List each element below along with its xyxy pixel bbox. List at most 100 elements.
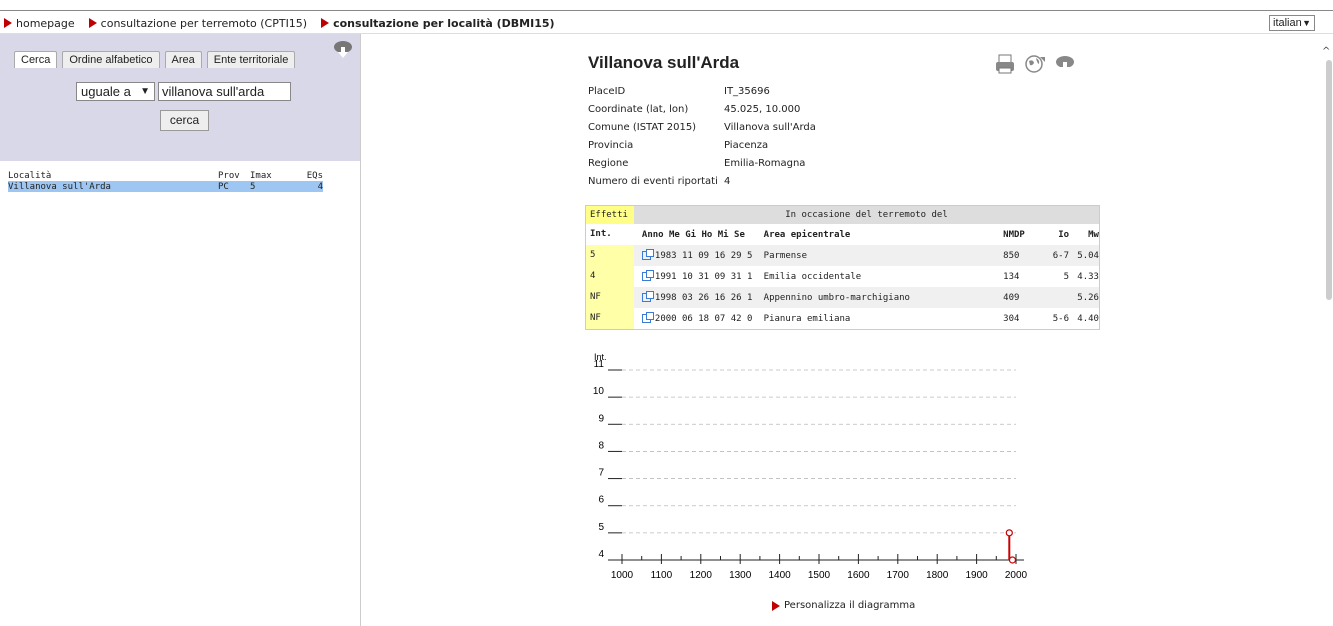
cloud-download-icon[interactable]: [1054, 53, 1076, 75]
events-table-caption: Effetti In occasione del terremoto del: [586, 206, 1099, 224]
tab-cerca[interactable]: Cerca: [14, 51, 58, 68]
x-tick-label: 2000: [1005, 570, 1028, 581]
info-key: Regione: [588, 157, 629, 169]
operator-select[interactable]: uguale a ▼: [76, 82, 155, 101]
x-tick-label: 1000: [611, 570, 634, 581]
cell-io: 5-6: [1052, 313, 1070, 324]
x-tick-label: 1900: [965, 570, 988, 581]
top-divider: [0, 10, 1333, 11]
arrow-icon: [772, 600, 780, 611]
intensity-chart: Int.45678910111000 1100 1200 1300 1400 1500 16…: [593, 352, 1028, 581]
data-point: [1008, 556, 1017, 564]
cell-int: NF: [586, 287, 634, 308]
effetti-label: Effetti: [586, 206, 634, 224]
table-row: NF 1998 03 26 16 26 1 Appennino umbro-ma…: [586, 287, 1099, 308]
x-tick-label: 1100: [651, 570, 673, 581]
cell-int: 5: [586, 245, 634, 266]
x-tick-label: 1700: [887, 570, 910, 581]
cell-area: Pianura emiliana: [763, 313, 851, 324]
header-prov[interactable]: Prov: [218, 171, 250, 181]
table-row: NF 2000 06 18 07 42 0 Pianura emiliana 3…: [586, 308, 1099, 329]
cell-date: 2000 06 18 07 42 0: [634, 312, 764, 324]
tab-ordine-alfabetico[interactable]: Ordine alfabetico: [62, 51, 160, 68]
header-int: Int.: [590, 229, 612, 239]
globe-icon[interactable]: [1024, 53, 1046, 75]
cell-mw: 5.26: [1077, 292, 1099, 303]
search-row: uguale a ▼ villanova sull'arda: [76, 82, 291, 101]
data-point: [1005, 529, 1013, 537]
info-value: Emilia-Romagna: [724, 157, 806, 169]
info-row: Regione Emilia-Romagna: [588, 154, 816, 172]
cell-date-text: 1998 03 26 16 26 1: [654, 292, 753, 303]
x-tick-label: 1300: [729, 570, 752, 581]
nav-label: homepage: [16, 16, 75, 30]
chevron-down-icon: ▼: [140, 86, 150, 97]
cell-nmdp: 850: [1003, 250, 1020, 261]
scroll-up-icon[interactable]: ^: [1322, 46, 1330, 57]
y-tick-label: 7: [598, 468, 604, 479]
print-icon[interactable]: [994, 53, 1016, 75]
cell-date-text: 2000 06 18 07 42 0: [654, 313, 753, 324]
cell-io: 6-7: [1052, 250, 1070, 261]
y-tick-label: 10: [593, 386, 605, 397]
cell-date-text: 1991 10 31 09 31 1: [654, 271, 753, 282]
result-imax: 5: [250, 181, 256, 192]
external-link-icon[interactable]: [641, 270, 654, 281]
scrollbar-thumb[interactable]: [1326, 60, 1332, 300]
cell-int: NF: [586, 308, 634, 329]
occasion-label: In occasione del terremoto del: [785, 210, 948, 220]
table-row: 4 1991 10 31 09 31 1 Emilia occidentale …: [586, 266, 1099, 287]
y-tick-label: 5: [598, 522, 604, 533]
info-value: 45.025, 10.000: [724, 103, 801, 115]
cell-int: 4: [586, 266, 634, 287]
info-row: Numero di eventi riportati 4: [588, 172, 816, 190]
x-tick-label: 1200: [690, 570, 713, 581]
nav-homepage[interactable]: homepage: [4, 17, 75, 30]
search-input[interactable]: villanova sull'arda: [158, 82, 291, 101]
cell-nmdp: 409: [1003, 292, 1020, 303]
info-value: 4: [724, 175, 731, 187]
info-value: Villanova sull'Arda: [724, 121, 816, 133]
cell-area: Parmense: [763, 250, 808, 261]
y-tick-label: 8: [598, 440, 604, 451]
header-imax[interactable]: Imax: [250, 171, 288, 181]
cell-mw: 4.40: [1077, 313, 1099, 324]
search-tabs: Cerca Ordine alfabetico Area Ente territ…: [14, 51, 296, 68]
info-value: IT_35696: [724, 85, 770, 97]
action-icons: [994, 53, 1076, 75]
cell-date: 1998 03 26 16 26 1: [634, 291, 764, 303]
header-eqs[interactable]: EQs: [288, 171, 323, 181]
top-bar: homepage consultazione per terremoto (CP…: [0, 0, 1333, 34]
nav-dbmi15[interactable]: consultazione per località (DBMI15): [321, 17, 555, 30]
cell-io: 5: [1063, 271, 1070, 282]
result-row[interactable]: Villanova sull'Arda PC 5 4: [8, 181, 323, 192]
cell-mw: 5.04: [1077, 250, 1099, 261]
result-prov: PC: [218, 181, 229, 192]
arrow-icon: [321, 18, 330, 28]
arrow-icon: [4, 18, 12, 28]
header-date: Anno Me Gi Ho Mi Se: [641, 229, 745, 240]
search-box: Cerca Ordine alfabetico Area Ente territ…: [0, 34, 360, 161]
result-eqs: 4: [317, 181, 323, 192]
nav-cpti15[interactable]: consultazione per terremoto (CPTI15): [88, 17, 307, 30]
cloud-download-icon[interactable]: [332, 38, 354, 60]
cell-date: 1983 11 09 16 29 5: [634, 249, 764, 261]
events-table: Effetti In occasione del terremoto del I…: [585, 205, 1100, 330]
table-row: 5 1983 11 09 16 29 5 Parmense 850 6-7 5.…: [586, 245, 1099, 266]
info-key: Coordinate (lat, lon): [588, 103, 689, 115]
cell-nmdp: 134: [1003, 271, 1020, 282]
y-tick-label: 9: [598, 413, 604, 424]
info-row: Comune (ISTAT 2015) Villanova sull'Arda: [588, 118, 816, 136]
language-select[interactable]: italian ▼: [1269, 15, 1315, 31]
header-localita[interactable]: Località: [8, 171, 218, 181]
info-key: Numero di eventi riportati: [588, 175, 718, 187]
external-link-icon[interactable]: [641, 291, 654, 302]
cerca-button[interactable]: cerca: [160, 110, 209, 131]
external-link-icon[interactable]: [641, 249, 654, 260]
external-link-icon[interactable]: [641, 312, 654, 323]
place-info: PlaceID IT_35696 Coordinate (lat, lon) 45.…: [588, 82, 816, 190]
customize-link[interactable]: Personalizza il diagramma: [772, 600, 915, 611]
tab-area[interactable]: Area: [164, 51, 202, 68]
left-panel: Cerca Ordine alfabetico Area Ente territ…: [0, 34, 361, 626]
tab-ente-territoriale[interactable]: Ente territoriale: [206, 51, 296, 68]
